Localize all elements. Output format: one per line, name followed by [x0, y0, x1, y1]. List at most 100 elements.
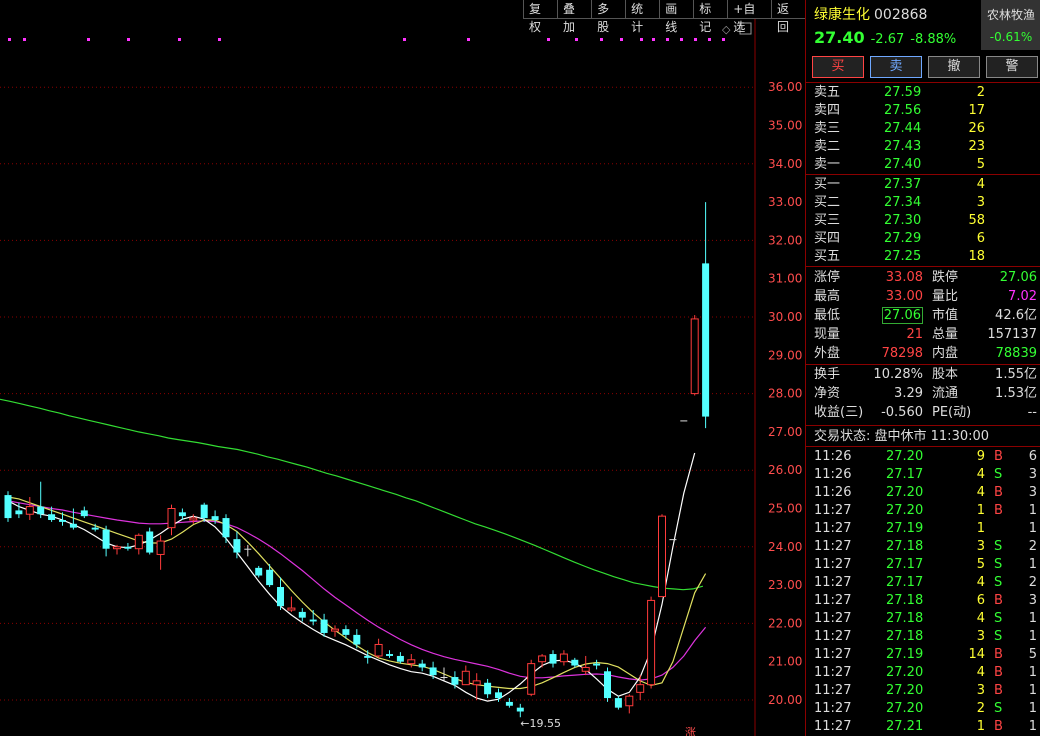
stock-code: 002868: [874, 7, 928, 23]
y-tick-label: 29.00: [768, 348, 802, 362]
candle-body: [287, 607, 296, 611]
bid-row[interactable]: 买三 27.30 58: [806, 212, 1040, 230]
tick-volume: 1: [976, 719, 985, 734]
ma-line-magenta: [7, 500, 707, 681]
buy-button[interactable]: 买: [812, 56, 864, 78]
candle-body: [25, 506, 34, 515]
candle-body: [571, 659, 579, 666]
candle-body: [472, 680, 481, 686]
bid-row[interactable]: 买五 27.25 18: [806, 248, 1040, 266]
tick-time: 11:27: [814, 539, 852, 554]
stat-value: -0.560: [881, 405, 923, 420]
candle-body: [211, 516, 219, 520]
stock-name: 绿康生化: [814, 7, 870, 23]
level-price: 27.37: [884, 177, 922, 192]
candle-body: [15, 510, 23, 515]
tick-volume: 3: [976, 539, 985, 554]
candle-body: [342, 629, 350, 635]
candle-body: [167, 508, 176, 529]
y-tick-label: 30.00: [768, 310, 802, 324]
ask-row[interactable]: 卖三 27.44 26: [806, 120, 1040, 138]
level-price: 27.59: [884, 85, 922, 100]
toolbar-button[interactable]: 标记: [693, 0, 728, 34]
candle-body: [484, 682, 492, 695]
stat-label: 收益(三): [814, 405, 864, 420]
candle-body: [298, 611, 306, 618]
level-volume: 5: [976, 157, 985, 172]
level-volume: 6: [976, 231, 985, 246]
tick-row: 11:27 27.19 14 B 5: [806, 646, 1040, 664]
signal-dot: [640, 38, 643, 41]
sector-name: 农林牧渔: [986, 8, 1035, 22]
ask-row[interactable]: 卖五 27.59 2: [806, 84, 1040, 102]
toolbar-button[interactable]: 复权: [523, 0, 558, 34]
candlestick-plot[interactable]: 36.00 35.00 34.00 33.00 32.00 31.00 30.00 29.00…: [0, 0, 805, 736]
level-volume: 26: [968, 121, 985, 136]
stat-label: 量比: [932, 289, 959, 304]
sector-box[interactable]: 农林牧渔 -0.61%: [981, 0, 1040, 50]
signal-dot: [600, 38, 603, 41]
tick-volume: 9: [976, 449, 985, 464]
divider: [806, 425, 1040, 426]
y-tick-label: 22.00: [768, 616, 802, 630]
tick-time: 11:27: [814, 647, 852, 662]
kline-chart[interactable]: 36.00 35.00 34.00 33.00 32.00 31.00 30.00 29.00…: [0, 0, 806, 736]
sell-button[interactable]: 卖: [870, 56, 922, 78]
candle-body: [418, 663, 426, 668]
y-tick-label: 32.00: [768, 233, 802, 247]
toolbar-button[interactable]: 统计: [625, 0, 660, 34]
candle-body: [222, 518, 230, 538]
tick-time: 11:27: [814, 521, 852, 536]
y-tick-label: 33.00: [768, 195, 802, 209]
ask-row[interactable]: 卖四 27.56 17: [806, 102, 1040, 120]
tick-time: 11:26: [814, 485, 852, 500]
y-tick-label: 23.00: [768, 578, 802, 592]
candle-body: [255, 567, 263, 576]
candle-body: [647, 599, 656, 686]
stats-row: 外盘 78298 内盘 78839: [806, 345, 1040, 363]
tick-row: 11:26 27.17 4 S 3: [806, 466, 1040, 484]
alert-button[interactable]: 警: [986, 56, 1038, 78]
level-volume: 23: [968, 139, 985, 154]
ma-line-yellow: [7, 496, 707, 690]
ask-row[interactable]: 卖一 27.40 5: [806, 156, 1040, 174]
tick-side: S: [994, 611, 1003, 626]
ask-row[interactable]: 卖二 27.43 23: [806, 138, 1040, 156]
candle-body: [277, 587, 284, 607]
stat-label: 跌停: [932, 270, 959, 285]
stat-label: 换手: [814, 367, 841, 382]
candle-body: [309, 619, 317, 622]
tick-price: 27.18: [886, 629, 924, 644]
toolbar-button[interactable]: 画线: [659, 0, 694, 34]
tick-time: 11:26: [814, 467, 852, 482]
toolbar-button[interactable]: 返回: [770, 0, 806, 34]
tick-count: 3: [1028, 467, 1037, 482]
tick-time: 11:27: [814, 683, 852, 698]
stats-row: 净资 3.29 流通 1.53亿: [806, 385, 1040, 403]
tick-price: 27.20: [886, 485, 924, 500]
level-price: 27.30: [884, 213, 922, 228]
stat-label: 内盘: [932, 346, 959, 361]
signal-dot: [8, 38, 11, 41]
bid-row[interactable]: 买一 27.37 4: [806, 176, 1040, 194]
tick-time: 11:27: [814, 719, 852, 734]
toolbar-button[interactable]: +自选: [727, 0, 771, 34]
signal-dot: [127, 38, 130, 41]
tick-volume: 4: [976, 665, 985, 680]
toolbar-button[interactable]: 叠加: [557, 0, 592, 34]
level-label: 买一: [814, 177, 841, 192]
price-change: -2.67: [870, 32, 905, 47]
tick-price: 27.17: [886, 467, 924, 482]
stat-value: 78298: [881, 346, 923, 361]
y-tick-label: 26.00: [768, 463, 802, 477]
stats-row: 换手 10.28% 股本 1.55亿: [806, 366, 1040, 384]
toolbar-button[interactable]: 多股: [591, 0, 626, 34]
bid-row[interactable]: 买二 27.34 3: [806, 194, 1040, 212]
bid-row[interactable]: 买四 27.29 6: [806, 230, 1040, 248]
candle-body: [559, 653, 568, 663]
tick-row: 11:27 27.17 4 S 2: [806, 574, 1040, 592]
cancel-order-button[interactable]: 撤: [928, 56, 980, 78]
signal-dot: [467, 38, 470, 41]
stat-value: 7.02: [1008, 289, 1037, 304]
candle-body: [407, 659, 416, 665]
